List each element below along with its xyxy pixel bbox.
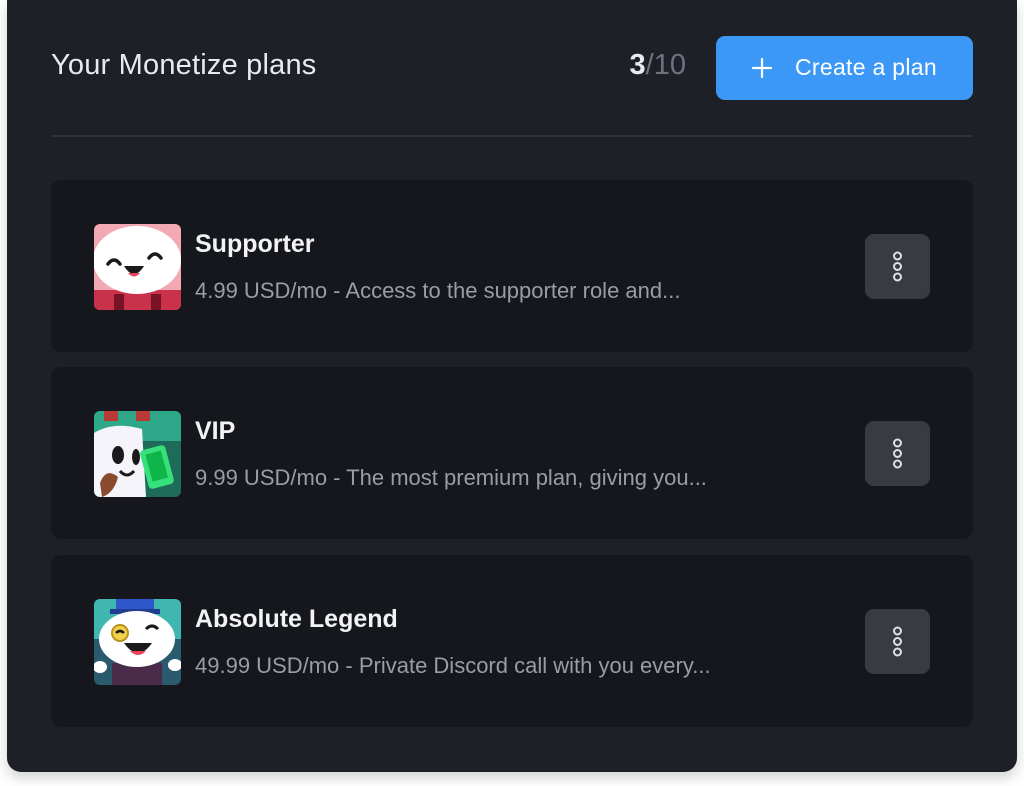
plan-description: 49.99 USD/mo - Private Discord call with… (195, 653, 711, 678)
plans-header: Your Monetize plans 3/10 Create a plan (51, 36, 973, 100)
plan-name: Supporter (195, 230, 315, 258)
create-plan-label: Create a plan (795, 54, 937, 80)
character-with-phone-avatar-icon (94, 411, 181, 497)
plan-card-supporter[interactable]: Supporter 4.99 USD/mo - Access to the su… (51, 180, 973, 352)
happy-character-avatar-icon (94, 224, 181, 310)
create-plan-button[interactable]: Create a plan (716, 36, 973, 100)
plan-card-absolute-legend[interactable]: Absolute Legend 49.99 USD/mo - Private D… (51, 555, 973, 727)
more-vertical-icon (893, 438, 902, 469)
page-title: Your Monetize plans (51, 49, 317, 81)
plan-count-current: 3 (629, 49, 646, 81)
plan-description: 4.99 USD/mo - Access to the supporter ro… (195, 278, 681, 303)
plan-name: VIP (195, 417, 236, 445)
plus-icon (752, 58, 772, 78)
plan-counter: 3/10 (630, 49, 686, 82)
plan-options-button[interactable] (865, 421, 930, 486)
plan-options-button[interactable] (865, 234, 930, 299)
plans-panel: Your Monetize plans 3/10 Create a plan S… (7, 0, 1017, 772)
plan-description: 9.99 USD/mo - The most premium plan, giv… (195, 465, 707, 490)
plan-card-vip[interactable]: VIP 9.99 USD/mo - The most premium plan,… (51, 367, 973, 539)
plan-count-max: /10 (645, 49, 686, 81)
header-divider (51, 135, 973, 137)
more-vertical-icon (893, 626, 902, 657)
plan-name: Absolute Legend (195, 605, 398, 633)
plan-options-button[interactable] (865, 609, 930, 674)
top-hat-monocle-character-avatar-icon (94, 599, 181, 685)
more-vertical-icon (893, 251, 902, 282)
